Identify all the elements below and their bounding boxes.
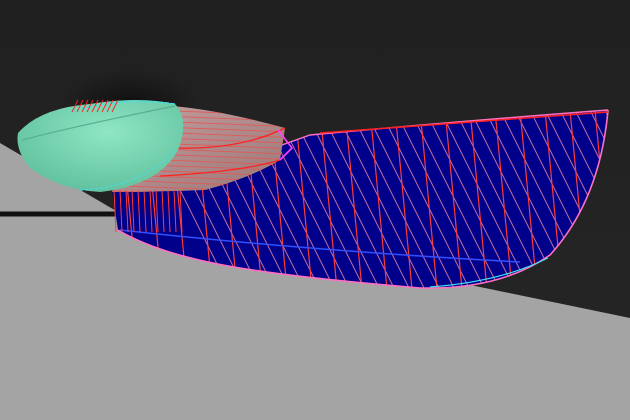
viewport-canvas[interactable] bbox=[0, 0, 630, 420]
3d-viewport[interactable] bbox=[0, 0, 630, 420]
